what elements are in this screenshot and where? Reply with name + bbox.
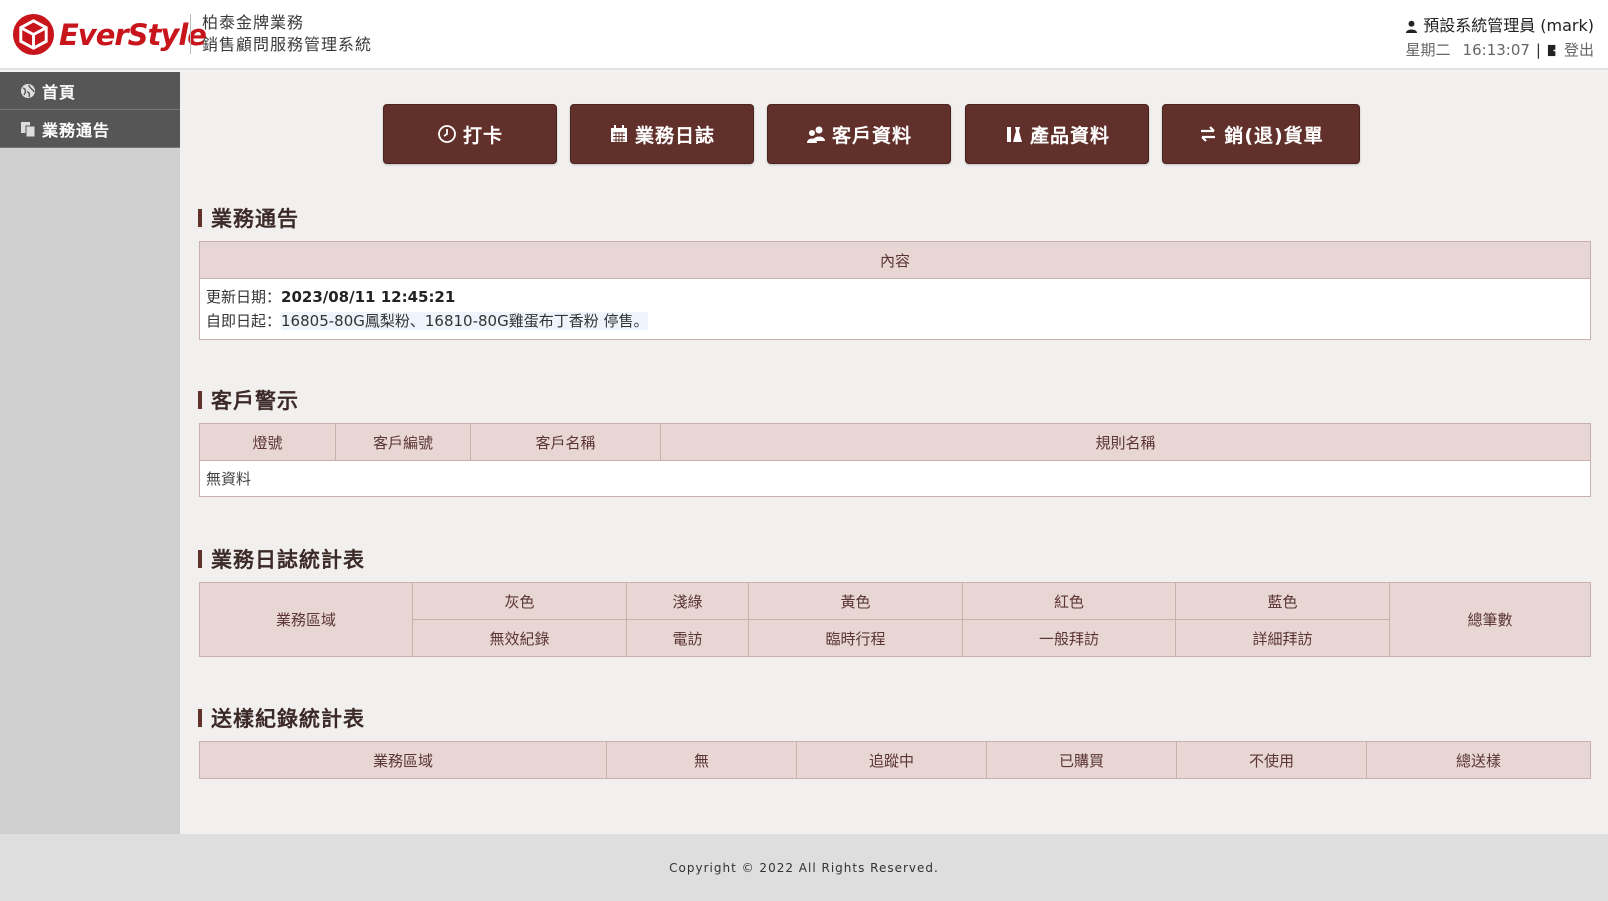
log-stats-section-title: 業務日誌統計表 <box>198 544 365 574</box>
brand-line-2: 銷售顧問服務管理系統 <box>202 35 373 54</box>
clock-icon <box>438 125 456 143</box>
users-icon <box>806 126 825 143</box>
sidebar-item-home[interactable]: 首頁 <box>0 72 180 110</box>
column-header: 業務區域 <box>199 741 607 779</box>
sidebar-item-label: 首頁 <box>42 82 77 102</box>
work-log-label: 業務日誌 <box>634 124 715 147</box>
notice-content-cell: 更新日期：2023/08/11 12:45:21 自即日起：16805-80G鳳… <box>199 278 1591 340</box>
color-header-lightgreen: 淺綠 <box>626 582 749 620</box>
user-box: 預設系統管理員 (mark) 星期二 16:13:07 | 登出 <box>1405 14 1594 62</box>
brand-title: 柏泰金牌業務 銷售顧問服務管理系統 <box>202 12 372 56</box>
user-icon <box>1406 20 1418 33</box>
flask-icon <box>1006 127 1022 142</box>
logout-link[interactable]: 登出 <box>1547 38 1594 62</box>
type-header-temp-trip: 臨時行程 <box>748 619 963 657</box>
sidebar-item-announcements[interactable]: 業務通告 <box>0 110 180 148</box>
notice-table: 內容 更新日期：2023/08/11 12:45:21 自即日起：16805-8… <box>199 241 1591 340</box>
logo[interactable]: EverStyle <box>12 13 207 56</box>
sales-return-button[interactable]: 銷(退)貨單 <box>1162 104 1360 164</box>
color-header-gray: 灰色 <box>412 582 627 620</box>
column-header: 不使用 <box>1176 741 1367 779</box>
column-header: 追蹤中 <box>796 741 987 779</box>
clock-in-label: 打卡 <box>462 124 503 147</box>
main-content: 打卡 業務日誌 客戶資料 產品資料 銷(退)貨單 業務通告 內容 更新日期：20… <box>180 72 1608 834</box>
column-header: 規則名稱 <box>660 423 1591 461</box>
products-button[interactable]: 產品資料 <box>965 104 1149 164</box>
type-header-invalid: 無效紀錄 <box>412 619 627 657</box>
sales-return-label: 銷(退)貨單 <box>1224 124 1324 147</box>
type-header-phone: 電訪 <box>626 619 749 657</box>
total-header: 總筆數 <box>1389 582 1591 657</box>
calendar-icon <box>610 125 627 142</box>
customer-alert-table: 燈號 客戶編號 客戶名稱 規則名稱 無資料 <box>199 423 1591 497</box>
notice-date-label: 更新日期： <box>206 288 282 306</box>
log-stats-table: 業務區域 灰色 淺綠 黃色 紅色 藍色 總筆數 無效紀錄 電訪 臨時行程 一般拜… <box>199 582 1591 657</box>
color-header-red: 紅色 <box>962 582 1176 620</box>
sidebar: 首頁 業務通告 <box>0 72 180 834</box>
empty-state: 無資料 <box>199 460 1591 497</box>
column-header: 燈號 <box>199 423 336 461</box>
color-header-yellow: 黃色 <box>748 582 963 620</box>
column-header: 客戶編號 <box>335 423 471 461</box>
logout-icon <box>1547 44 1560 56</box>
column-header: 總送樣 <box>1366 741 1591 779</box>
notice-message-body: 16805-80G鳳梨粉、16810-80G雞蛋布丁香粉 停售。 <box>281 312 649 330</box>
notice-header: 內容 <box>199 241 1591 279</box>
type-header-detailed-visit: 詳細拜訪 <box>1175 619 1390 657</box>
type-header-general-visit: 一般拜訪 <box>962 619 1176 657</box>
clock-in-button[interactable]: 打卡 <box>383 104 557 164</box>
weekday: 星期二 <box>1405 41 1451 59</box>
sidebar-item-label: 業務通告 <box>42 120 111 140</box>
user-info: 預設系統管理員 (mark) <box>1405 14 1594 38</box>
products-label: 產品資料 <box>1029 124 1110 147</box>
color-header-blue: 藍色 <box>1175 582 1390 620</box>
copyright-text: Copyright © 2022 All Rights Reserved. <box>669 860 939 875</box>
copy-icon <box>21 121 36 137</box>
sample-stats-section-title: 送樣紀錄統計表 <box>198 703 365 733</box>
notice-date-value: 2023/08/11 12:45:21 <box>281 288 456 306</box>
customer-alert-section-title: 客戶警示 <box>198 385 299 415</box>
column-header: 無 <box>606 741 797 779</box>
clock-line: 星期二 16:13:07 | 登出 <box>1405 38 1594 62</box>
customers-label: 客戶資料 <box>831 124 912 147</box>
customers-button[interactable]: 客戶資料 <box>767 104 951 164</box>
notice-section-title: 業務通告 <box>198 203 299 233</box>
separator: | <box>1535 41 1541 59</box>
column-header: 客戶名稱 <box>470 423 661 461</box>
work-log-button[interactable]: 業務日誌 <box>570 104 754 164</box>
notice-date: 更新日期：2023/08/11 12:45:21 <box>206 285 1584 309</box>
footer: Copyright © 2022 All Rights Reserved. <box>0 834 1608 901</box>
notice-message-prefix: 自即日起： <box>206 312 282 330</box>
notice-message: 自即日起：16805-80G鳳梨粉、16810-80G雞蛋布丁香粉 停售。 <box>206 309 1584 333</box>
top-header: EverStyle 柏泰金牌業務 銷售顧問服務管理系統 預設系統管理員 (mar… <box>0 0 1608 70</box>
logout-label: 登出 <box>1563 41 1594 59</box>
quick-action-bar: 打卡 業務日誌 客戶資料 產品資料 銷(退)貨單 <box>180 104 1608 164</box>
logo-divider <box>190 14 191 54</box>
current-time: 16:13:07 <box>1462 41 1530 59</box>
column-header: 已購買 <box>986 741 1177 779</box>
logo-mark-icon <box>12 13 55 56</box>
globe-icon <box>21 83 35 98</box>
logo-text: EverStyle <box>59 17 207 52</box>
user-name: 預設系統管理員 (mark) <box>1423 16 1594 35</box>
exchange-icon <box>1201 126 1216 142</box>
sample-stats-table: 業務區域 無 追蹤中 已購買 不使用 總送樣 <box>199 741 1591 779</box>
region-header: 業務區域 <box>199 582 413 657</box>
brand-line-1: 柏泰金牌業務 <box>202 13 305 32</box>
